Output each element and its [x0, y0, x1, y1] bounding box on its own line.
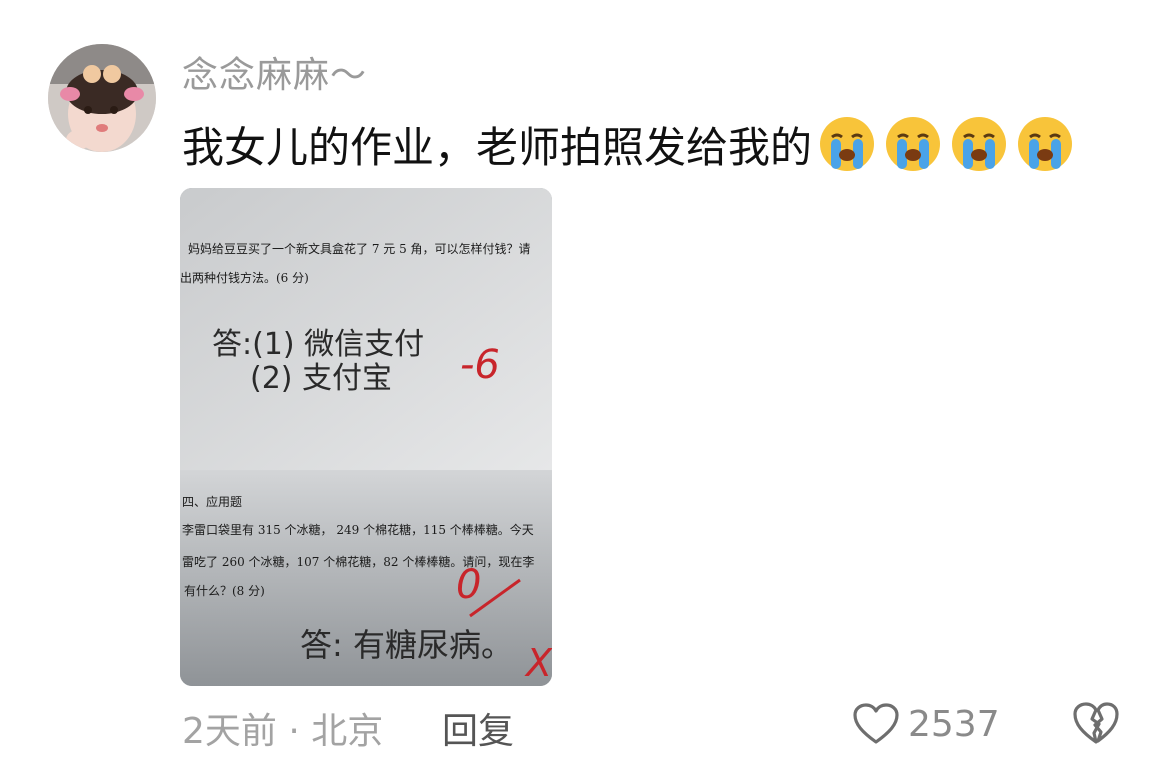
- answer1-line1: 答:(1) 微信支付: [212, 327, 424, 362]
- question1-line2: 出两种付钱方法。(6 分): [180, 270, 309, 285]
- reply-button[interactable]: 回复: [442, 702, 514, 754]
- wrong-mark: X: [524, 641, 552, 685]
- like-count: 2537: [908, 703, 1000, 745]
- answer2: 答: 有糖尿病。: [300, 626, 513, 664]
- like-button[interactable]: 2537: [852, 698, 1000, 750]
- grade-minus-six: -6: [460, 342, 500, 388]
- emoji-group: [818, 115, 1074, 173]
- loudly-crying-face-icon: [952, 117, 1007, 171]
- question1-line1: 妈妈给豆豆买了一个新文具盒花了 7 元 5 角，可以怎样付钱？请: [188, 241, 531, 256]
- dislike-broken-heart-icon[interactable]: [1072, 700, 1120, 746]
- loudly-crying-face-icon: [820, 117, 875, 171]
- comment-text-row: 我女儿的作业，老师拍照发给我的: [182, 116, 1074, 172]
- username[interactable]: 念念麻麻～: [182, 46, 367, 98]
- question2-line2: 雷吃了 260 个冰糖，107 个棉花糖，82 个棒棒糖。请问，现在李: [182, 554, 534, 569]
- question2-line3: 有什么？(8 分): [184, 584, 265, 598]
- section-heading: 四、应用题: [182, 494, 242, 509]
- comment-text: 我女儿的作业，老师拍照发给我的: [182, 122, 813, 172]
- homework-photo[interactable]: 妈妈给豆豆买了一个新文具盒花了 7 元 5 角，可以怎样付钱？请 出两种付钱方法…: [180, 188, 552, 686]
- avatar-image: [48, 44, 156, 152]
- time-location: 2天前 · 北京: [182, 711, 384, 752]
- homework-photo-image: 妈妈给豆豆买了一个新文具盒花了 7 元 5 角，可以怎样付钱？请 出两种付钱方法…: [180, 188, 552, 686]
- heart-icon: [853, 703, 899, 744]
- grade-zero: 0: [456, 562, 481, 608]
- comment-footer: 2天前 · 北京 回复 2537: [0, 698, 1169, 752]
- avatar[interactable]: [48, 44, 156, 152]
- loudly-crying-face-icon: [1018, 117, 1073, 171]
- answer1-line2: (2) 支付宝: [250, 361, 392, 396]
- loudly-crying-face-icon: [886, 117, 941, 171]
- question2-line1: 李雷口袋里有 315 个冰糖， 249 个棉花糖，115 个棒棒糖。今天: [182, 522, 534, 537]
